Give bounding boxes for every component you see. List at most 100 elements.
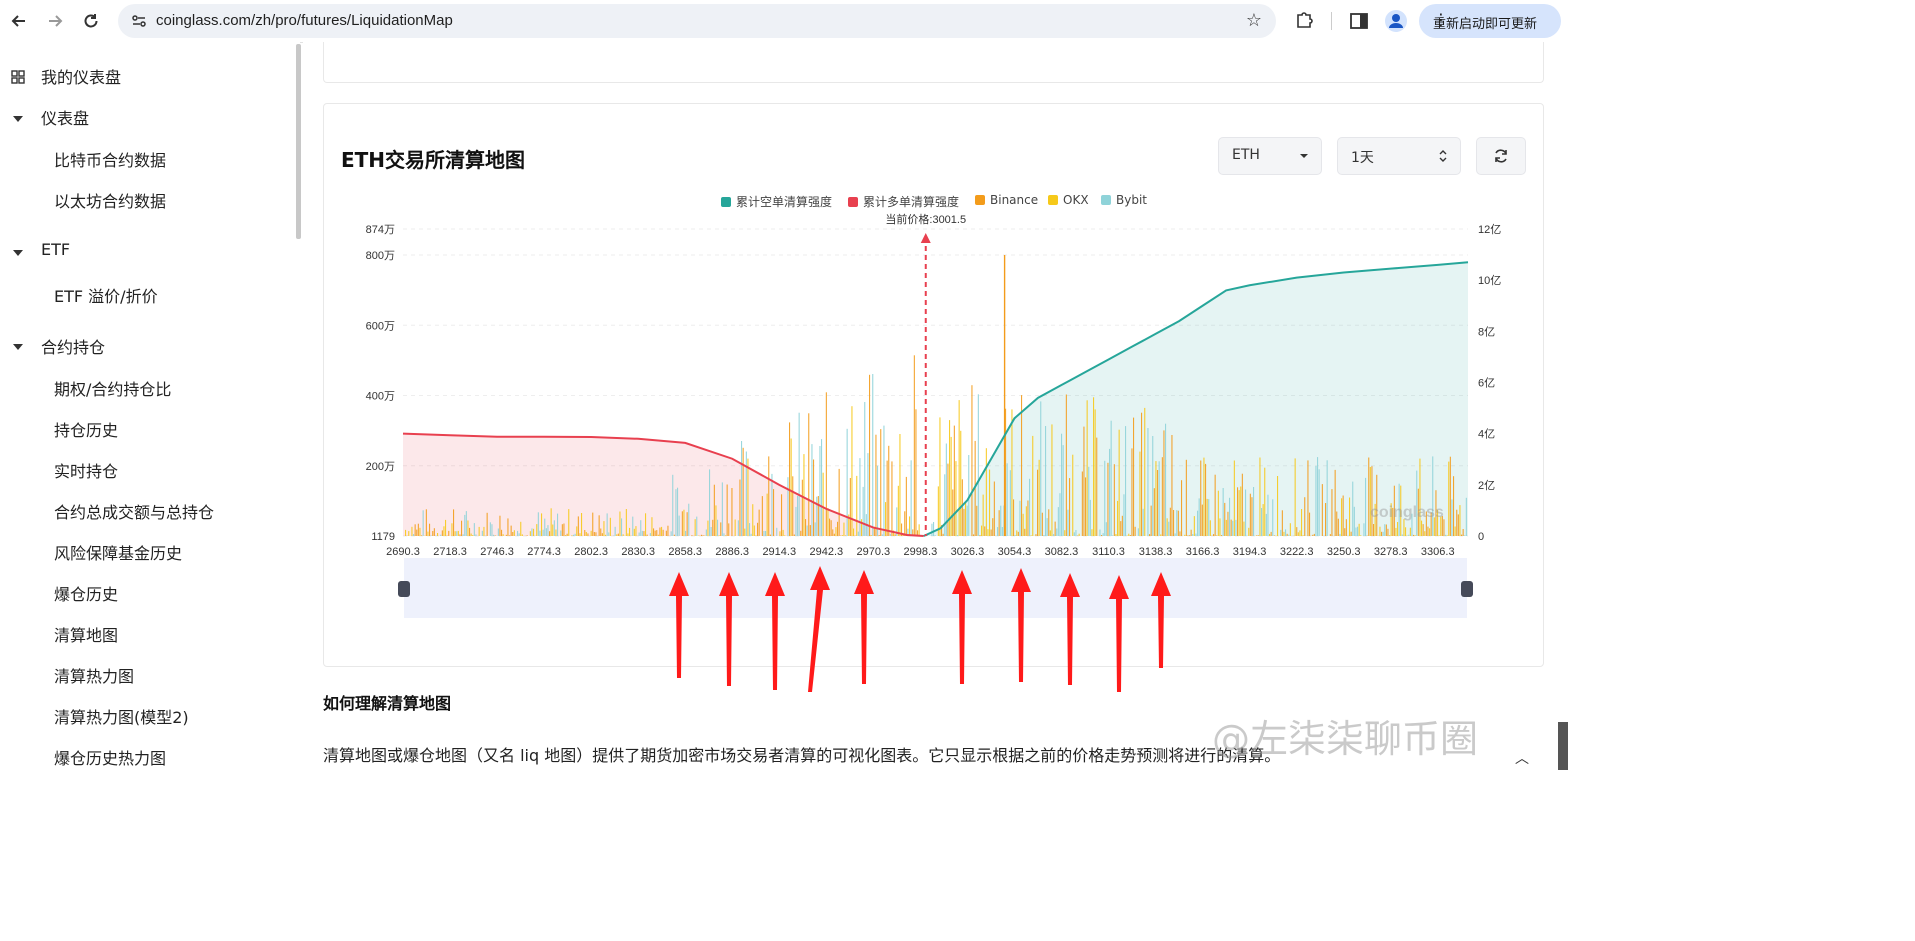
liquidation-bar [461,520,463,536]
liquidation-bar [1312,534,1314,536]
liquidation-bar [1102,533,1104,536]
liquidation-bar [566,533,568,536]
reload-icon[interactable] [79,9,103,33]
site-info-icon[interactable] [130,12,148,30]
sidebar-scrollbar[interactable] [296,44,301,239]
liquidation-bar [1381,531,1383,536]
liquidation-bar [553,520,555,536]
menu-dots-icon[interactable]: ⋮ [1433,10,1551,29]
liquidation-bar [1013,499,1015,536]
sidebar-item-liquidation-map[interactable]: 清算地图 [54,622,118,646]
liquidation-bar [821,439,823,536]
liquidation-bar [1011,409,1013,536]
liquidation-bar [526,535,528,536]
back-icon[interactable] [7,9,31,33]
liquidation-bar [1093,397,1095,536]
liquidation-bar [1371,466,1373,536]
liquidation-bar [464,514,466,536]
liquidation-bar [1035,534,1037,536]
sidebar-item-options-ratio[interactable]: 期权/合约持仓比 [54,376,171,400]
liquidation-bar [1451,499,1453,536]
liquidation-bar [1285,529,1287,536]
update-button[interactable]: 重新启动即可更新 ⋮ [1419,4,1561,38]
legend-swatch [1048,195,1058,205]
liquidation-bar [1237,487,1239,536]
sidebar-item-insurance-fund[interactable]: 风险保障基金历史 [54,540,182,564]
liquidation-bar [541,513,543,536]
liquidation-bar [640,520,642,536]
profile-avatar-icon[interactable] [1384,9,1408,33]
liquidation-chart[interactable]: 874万 800万 600万 400万 200万 1179 12亿 10亿 8亿 6亿 4亿 2亿 0 2… [330,205,1540,630]
liquidation-bar [837,521,839,536]
url-text: coinglass.com/zh/pro/futures/Liquidation… [156,12,453,29]
bookmark-star-icon[interactable]: ☆ [1246,10,1262,31]
liquidation-bar [997,527,999,536]
sidebar-item-liq-history-heatmap[interactable]: 爆仓历史热力图 [54,745,166,769]
extensions-icon[interactable] [1292,9,1316,33]
sidebar-item-eth-contract[interactable]: 以太坊合约数据 [54,188,166,212]
sidebar-item-my-dashboard[interactable]: 我的仪表盘 [41,64,121,88]
sidebar-group-etf[interactable]: ETF [41,240,70,259]
liquidation-bar [1086,400,1088,536]
sidebar-item-liquidation-history[interactable]: 爆仓历史 [54,581,118,605]
liquidation-bar [493,534,495,536]
sidebar-item-etf-premium[interactable]: ETF 溢价/折价 [54,283,158,307]
liquidation-bar [537,512,539,536]
caret-down-icon[interactable] [13,250,23,256]
liquidation-bar [849,478,851,536]
sidebar-item-realtime-oi[interactable]: 实时持仓 [54,458,118,482]
sidebar-group-dashboard[interactable]: 仪表盘 [41,105,89,129]
sidebar-item-oi-history[interactable]: 持仓历史 [54,417,118,441]
forward-icon[interactable] [43,9,67,33]
liquidation-bar [1281,510,1283,536]
liquidation-bar [653,528,655,536]
liquidation-bar [1419,458,1421,536]
liquidation-bar [1091,529,1093,536]
liquidation-bar [728,523,730,536]
coin-select[interactable]: ETH [1218,137,1322,175]
liquidation-bar [758,509,760,536]
liquidation-bar [1273,535,1275,536]
address-bar[interactable]: coinglass.com/zh/pro/futures/Liquidation… [118,4,1276,38]
liquidation-bar [789,422,791,536]
caret-down-icon[interactable] [13,116,23,122]
side-panel-icon[interactable] [1347,9,1371,33]
liquidation-bar [437,533,439,536]
liquidation-bar [1048,509,1050,536]
sidebar-item-btc-contract[interactable]: 比特币合约数据 [54,147,166,171]
liquidation-bar [1449,456,1451,536]
liquidation-bar [670,531,672,536]
scroll-up-icon[interactable]: ︿ [1510,748,1534,770]
liquidation-bar [1387,528,1389,536]
liquidation-bar [462,534,464,536]
liquidation-bar [747,458,749,536]
refresh-button[interactable] [1476,137,1526,175]
liquidation-bar [953,425,955,536]
liquidation-bar [869,374,871,536]
liquidation-bar [600,528,602,536]
caret-down-icon[interactable] [13,344,23,350]
liquidation-bar [1465,497,1467,536]
sidebar-item-heatmap-model2[interactable]: 清算热力图(模型2) [54,704,189,728]
liquidation-bar [1057,507,1059,536]
liquidation-bar [817,496,819,536]
liquidation-bar [1286,533,1288,536]
liquidation-bar [545,528,547,536]
liquidation-bar [667,525,669,536]
liquidation-bar [1121,515,1123,536]
liquidation-bar [720,522,722,536]
sidebar-item-volume-oi[interactable]: 合约总成交额与总持仓 [54,499,214,523]
liquidation-bar [734,519,736,536]
liquidation-bar [1056,528,1058,536]
liquidation-bar [1427,526,1429,536]
sidebar-group-open-interest[interactable]: 合约持仓 [41,334,105,358]
liquidation-bar [1217,490,1219,536]
liquidation-bar [509,535,511,536]
page-scrollbar[interactable] [1558,722,1568,770]
sidebar-item-heatmap[interactable]: 清算热力图 [54,663,134,687]
liquidation-bar [517,530,519,536]
liquidation-bar [737,520,739,536]
period-select[interactable]: 1天 [1337,137,1461,175]
liquidation-bar [531,528,533,536]
liquidation-bar [1187,535,1189,536]
